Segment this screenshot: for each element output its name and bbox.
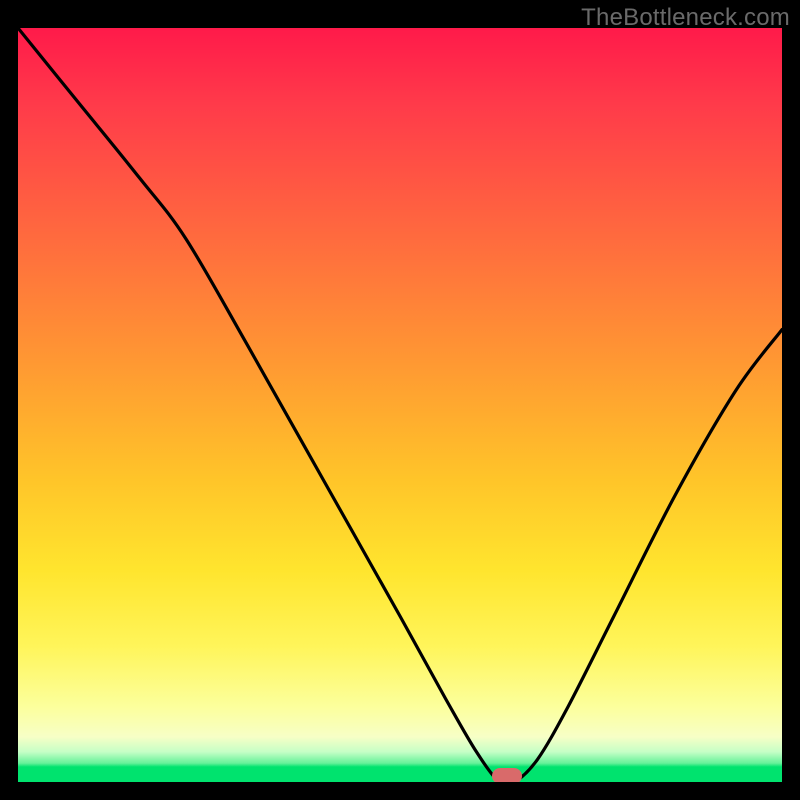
plot-area [18, 28, 782, 782]
minimum-marker [492, 768, 522, 782]
watermark-text: TheBottleneck.com [581, 4, 790, 32]
bottleneck-curve [18, 28, 782, 782]
curve-path [18, 28, 782, 782]
chart-frame: TheBottleneck.com [0, 0, 800, 800]
